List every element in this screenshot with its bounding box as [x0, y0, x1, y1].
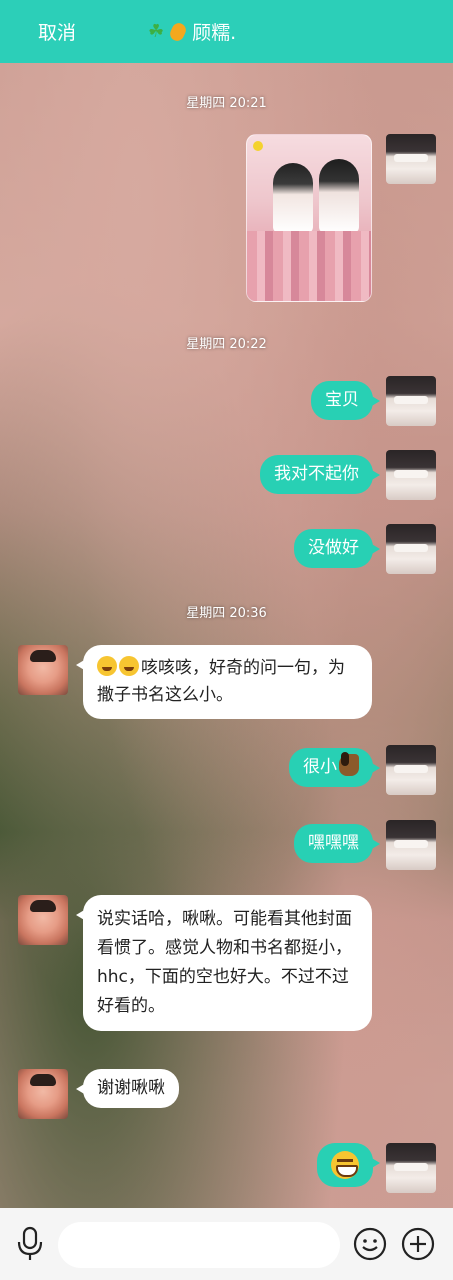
input-bar [0, 1208, 453, 1280]
image-figure [273, 163, 313, 233]
message-text: 说实话哈，啾啾。可能看其他封面看惯了。感觉人物和书名都挺小，hhc，下面的空也好… [97, 909, 352, 1016]
laughing-emoji-icon [97, 656, 117, 676]
avatar[interactable] [386, 1143, 436, 1193]
avatar[interactable] [18, 645, 68, 695]
laughing-emoji-icon [119, 656, 139, 676]
top-bar: 取消 ☘ 顾糯. [0, 0, 453, 63]
pill-icon [167, 20, 189, 43]
message-text: 嘿嘿嘿 [308, 833, 359, 853]
image-message[interactable] [246, 134, 372, 302]
plus-icon[interactable] [400, 1226, 436, 1262]
message-bubble[interactable]: 很小 [289, 748, 380, 787]
message-text: 我对不起你 [274, 464, 359, 484]
message-text: 没做好 [308, 538, 359, 558]
message-bubble[interactable]: 宝贝 [311, 381, 380, 420]
horse-emoji-icon [339, 752, 359, 776]
avatar[interactable] [18, 1069, 68, 1119]
avatar[interactable] [18, 895, 68, 945]
emoji-icon[interactable] [352, 1226, 388, 1262]
message-bubble[interactable]: 没做好 [294, 529, 380, 568]
message-bubble[interactable]: 说实话哈，啾啾。可能看其他封面看惯了。感觉人物和书名都挺小，hhc，下面的空也好… [76, 895, 372, 1031]
image-background [247, 231, 371, 301]
clover-icon: ☘ [148, 21, 165, 42]
cancel-button[interactable]: 取消 [38, 18, 76, 45]
avatar[interactable] [386, 450, 436, 500]
message-bubble[interactable] [317, 1143, 380, 1187]
message-text: 宝贝 [325, 390, 359, 410]
avatar[interactable] [386, 134, 436, 184]
message-bubble[interactable]: 咳咳咳，好奇的问一句，为撒子书名这么小。 [76, 645, 372, 719]
image-figure [319, 159, 359, 233]
avatar[interactable] [386, 820, 436, 870]
microphone-icon[interactable] [14, 1226, 46, 1262]
avatar[interactable] [386, 745, 436, 795]
timestamp: 星期四 20:22 [186, 337, 267, 352]
contact-name: 顾糯. [192, 22, 237, 44]
message-text: 很小 [303, 757, 337, 777]
avatar[interactable] [386, 376, 436, 426]
message-bubble[interactable]: 嘿嘿嘿 [294, 824, 380, 863]
message-input[interactable] [58, 1222, 340, 1268]
timestamp: 星期四 20:21 [186, 96, 267, 111]
timestamp: 星期四 20:36 [186, 606, 267, 621]
message-bubble[interactable]: 我对不起你 [260, 455, 380, 494]
chat-title: ☘ 顾糯. [148, 18, 236, 45]
grin-emoji-icon [331, 1151, 359, 1179]
message-text: 谢谢啾啾 [97, 1078, 165, 1098]
badge-icon [253, 141, 263, 151]
avatar[interactable] [386, 524, 436, 574]
message-bubble[interactable]: 谢谢啾啾 [76, 1069, 179, 1108]
